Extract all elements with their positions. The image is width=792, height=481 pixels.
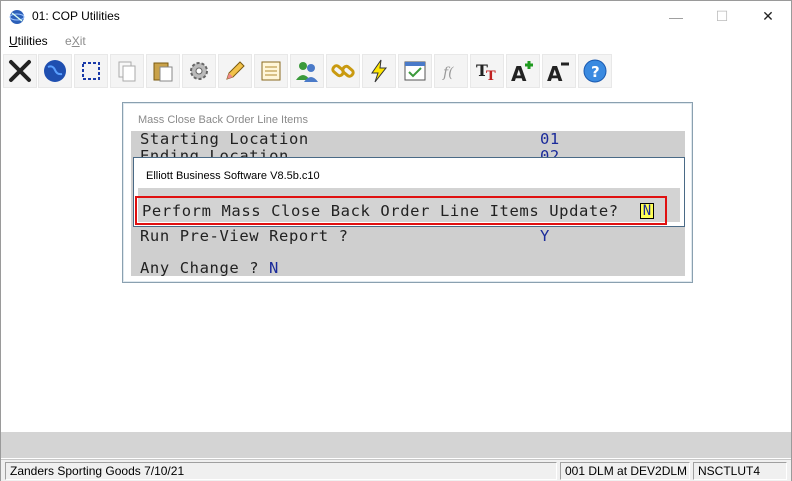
starting-location-value[interactable]: 01 (540, 130, 560, 148)
svg-text:?: ? (591, 63, 600, 81)
bottom-band (1, 432, 791, 458)
function-icon[interactable]: f( (434, 54, 468, 88)
minimize-button[interactable]: — (653, 1, 699, 32)
starting-location-label: Starting Location (140, 130, 309, 148)
app-window: 01: COP Utilities — ☐ ✕ Utilities eXit f… (0, 0, 792, 481)
link-icon[interactable] (326, 54, 360, 88)
ending-location-label: Ending Location (140, 147, 289, 157)
menu-exit[interactable]: eXit (65, 34, 86, 48)
ending-location-row: Ending Location 02 (140, 147, 600, 157)
svg-text:A: A (547, 62, 563, 84)
maximize-button[interactable]: ☐ (699, 1, 745, 32)
svg-text:T: T (486, 69, 496, 84)
svg-text:f(: f( (442, 65, 454, 81)
status-company: Zanders Sporting Goods 7/10/21 (5, 462, 557, 480)
svg-text:A: A (511, 62, 527, 84)
status-program: NSCTLUT4 (693, 462, 787, 480)
any-change-value[interactable]: N (269, 259, 279, 277)
select-icon[interactable] (74, 54, 108, 88)
users-icon[interactable] (290, 54, 324, 88)
notes-icon[interactable] (254, 54, 288, 88)
font-smaller-icon[interactable]: A (542, 54, 576, 88)
menu-bar: Utilities eXit (1, 33, 791, 51)
panel-title: Mass Close Back Order Line Items (138, 114, 308, 126)
ending-location-value[interactable]: 02 (540, 147, 560, 157)
globe-icon[interactable] (38, 54, 72, 88)
settings-icon[interactable] (182, 54, 216, 88)
toolbar: f( TT A A ? (1, 53, 791, 91)
menu-utilities[interactable]: Utilities (9, 34, 48, 48)
close-window-button[interactable]: ✕ (745, 1, 791, 32)
preview-report-label: Run Pre-View Report ? (140, 227, 349, 245)
any-change-label: Any Change ? (140, 259, 260, 277)
font-larger-icon[interactable]: A (506, 54, 540, 88)
title-bar: 01: COP Utilities — ☐ ✕ (1, 1, 791, 32)
status-user: 001 DLM at DEV2DLM (560, 462, 690, 480)
paste-icon[interactable] (146, 54, 180, 88)
edit-icon[interactable] (218, 54, 252, 88)
preview-report-value[interactable]: Y (540, 227, 550, 245)
highlight-box (135, 196, 667, 225)
window-title: 01: COP Utilities (32, 9, 120, 23)
status-bar: Zanders Sporting Goods 7/10/21 001 DLM a… (1, 459, 791, 481)
lightning-icon[interactable] (362, 54, 396, 88)
app-globe-icon (9, 10, 25, 24)
dialog-title: Elliott Business Software V8.5b.c10 (146, 170, 320, 182)
close-icon[interactable] (3, 54, 37, 88)
copy-icon[interactable] (110, 54, 144, 88)
help-icon[interactable]: ? (578, 54, 612, 88)
window-icon[interactable] (398, 54, 432, 88)
font-size-icon[interactable]: TT (470, 54, 504, 88)
